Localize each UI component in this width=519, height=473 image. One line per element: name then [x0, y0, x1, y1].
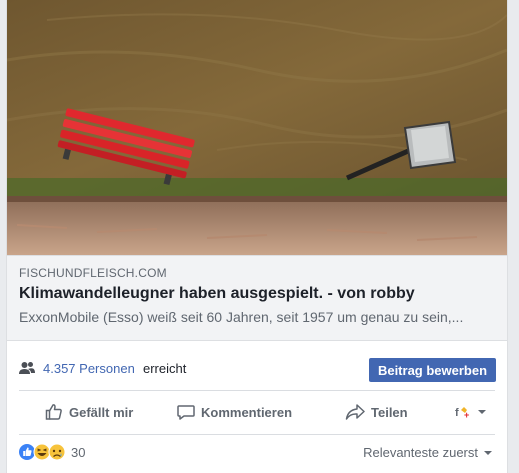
reach-suffix: erreicht	[143, 361, 187, 376]
share-label: Teilen	[371, 404, 408, 420]
haha-reaction-icon	[33, 443, 51, 461]
share-icon	[345, 404, 365, 420]
svg-text:f: f	[455, 407, 459, 419]
link-domain: FISCHUNDFLEISCH.COM	[19, 266, 167, 280]
reaction-count[interactable]: 30	[71, 445, 85, 460]
link-title[interactable]: Klimawandelleugner haben ausgespielt. - …	[19, 285, 415, 303]
comment-label: Kommentieren	[201, 404, 293, 420]
share-button[interactable]: Teilen	[345, 392, 408, 432]
sad-reaction-icon	[48, 443, 66, 461]
page-identity-icon: f +	[455, 407, 469, 419]
thumbs-up-icon	[45, 404, 62, 420]
reach-count-link[interactable]: 4.357 Personen	[43, 361, 135, 376]
reach-bar: 4.357 Personen erreicht Beitrag bewerben	[7, 349, 507, 389]
link-preview-image[interactable]	[7, 0, 507, 255]
people-icon	[19, 362, 35, 374]
reaction-icons[interactable]	[19, 443, 69, 461]
post-actions: Gefällt mir Kommentieren Teilen f +	[7, 392, 507, 432]
svg-text:+: +	[464, 410, 469, 419]
comment-icon	[177, 405, 195, 420]
reactions-bar: 30 Relevanteste zuerst	[7, 436, 507, 468]
divider	[19, 434, 495, 435]
chevron-down-icon	[484, 450, 492, 455]
share-audience-selector[interactable]: f +	[455, 392, 493, 432]
like-button[interactable]: Gefällt mir	[45, 392, 133, 432]
comment-sort-dropdown[interactable]: Relevanteste zuerst	[363, 445, 493, 460]
sort-label: Relevanteste zuerst	[363, 445, 478, 460]
post-card: FISCHUNDFLEISCH.COM Klimawandelleugner h…	[6, 0, 508, 473]
comment-button[interactable]: Kommentieren	[177, 392, 292, 432]
chevron-down-icon	[478, 410, 486, 414]
divider	[19, 390, 495, 391]
boost-post-button[interactable]: Beitrag bewerben	[369, 358, 496, 382]
link-description: ExxonMobile (Esso) weiß seit 60 Jahren, …	[19, 309, 464, 325]
like-reaction-icon	[19, 444, 35, 460]
flooded-park-bench-photo	[7, 0, 507, 255]
link-preview[interactable]: FISCHUNDFLEISCH.COM Klimawandelleugner h…	[7, 255, 507, 341]
like-label: Gefällt mir	[69, 404, 134, 420]
